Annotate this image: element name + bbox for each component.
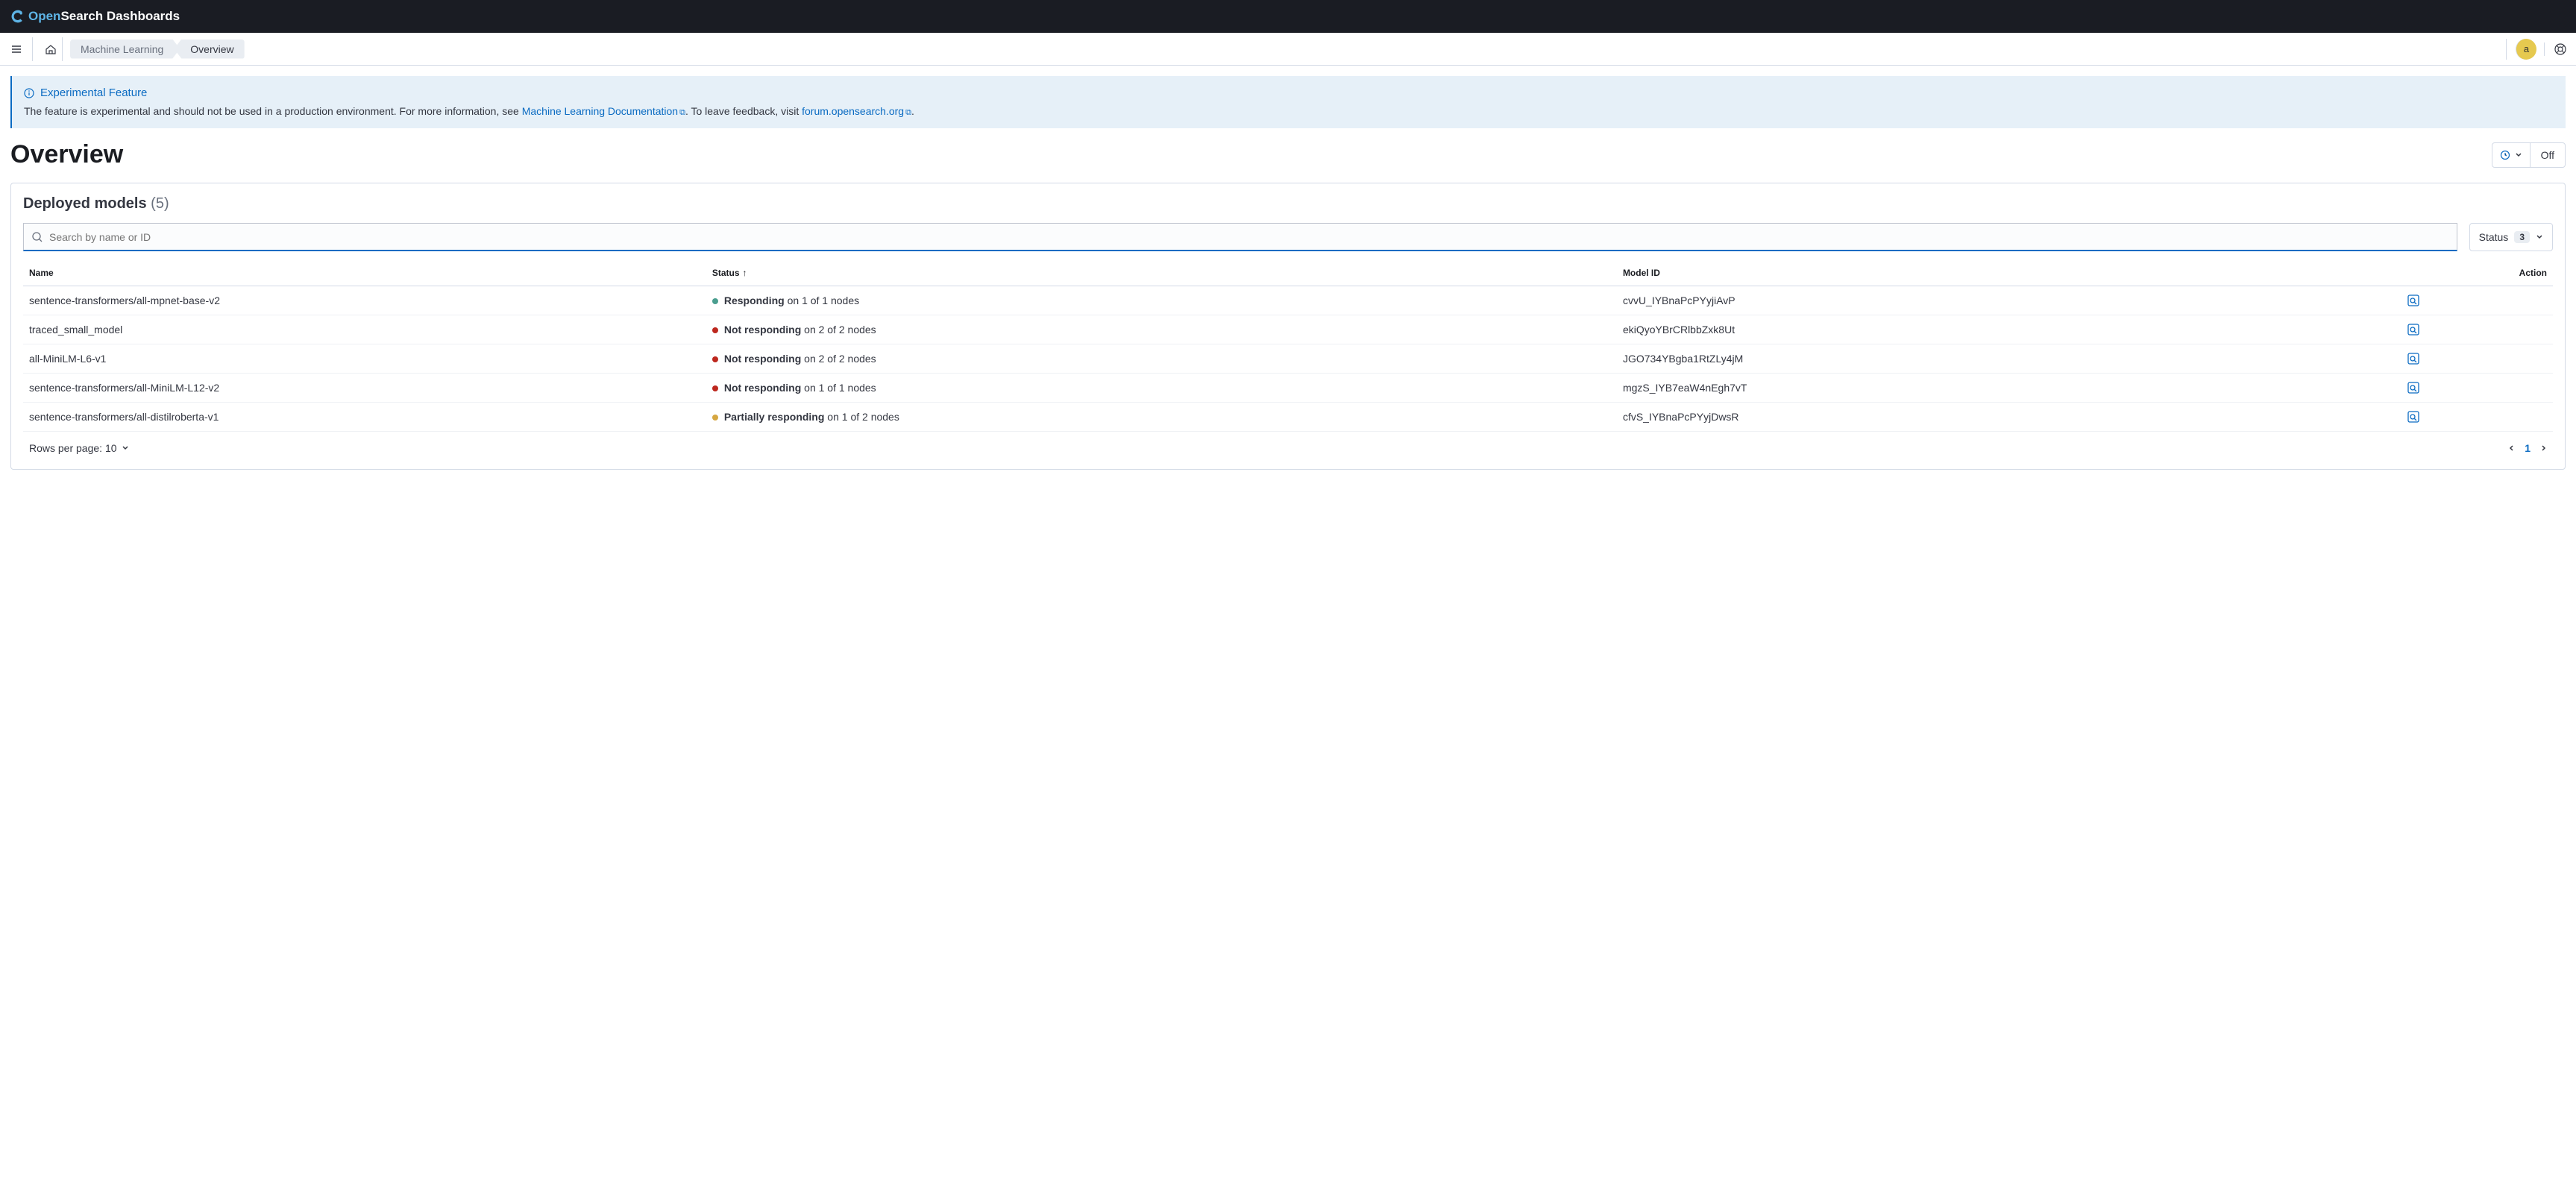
refresh-control: Off [2492, 142, 2566, 168]
panel-title: Deployed models (5) [23, 195, 2553, 212]
table-row: sentence-transformers/all-mpnet-base-v2 … [23, 286, 2553, 315]
brand-logo[interactable]: OpenSearch Dashboards [10, 9, 180, 24]
prev-page-button[interactable] [2508, 444, 2516, 452]
view-details-button[interactable] [2407, 381, 2547, 394]
callout-body: The feature is experimental and should n… [24, 105, 2554, 118]
status-filter-count: 3 [2514, 231, 2530, 243]
chevron-down-icon [2536, 233, 2543, 241]
search-icon [31, 231, 43, 243]
breadcrumb: Machine Learning Overview [70, 40, 245, 59]
cell-name: traced_small_model [23, 315, 706, 344]
forum-link[interactable]: forum.opensearch.org⧉ [802, 105, 911, 117]
callout-title-text: Experimental Feature [40, 86, 147, 99]
cell-status: Not responding on 1 of 1 nodes [706, 374, 1617, 403]
cell-model-id: mgzS_IYB7eaW4nEgh7vT [1617, 374, 2401, 403]
view-details-button[interactable] [2407, 294, 2547, 307]
info-icon [24, 88, 34, 98]
cell-action [2401, 374, 2553, 403]
brand-text: OpenSearch Dashboards [28, 9, 180, 24]
status-filter-button[interactable]: Status 3 [2469, 223, 2553, 251]
chevron-down-icon [122, 444, 129, 452]
status-dot-icon [712, 327, 718, 333]
cell-action [2401, 315, 2553, 344]
cell-action [2401, 403, 2553, 432]
table-row: traced_small_model Not responding on 2 o… [23, 315, 2553, 344]
rows-per-page-button[interactable]: Rows per page: 10 [29, 442, 129, 454]
view-details-button[interactable] [2407, 352, 2547, 365]
page-title: Overview [10, 140, 123, 169]
cell-name: sentence-transformers/all-MiniLM-L12-v2 [23, 374, 706, 403]
status-dot-icon [712, 415, 718, 421]
user-avatar[interactable]: a [2516, 39, 2536, 60]
ml-docs-link[interactable]: Machine Learning Documentation⧉ [522, 105, 685, 117]
app-header: OpenSearch Dashboards [0, 0, 2576, 33]
experimental-callout: Experimental Feature The feature is expe… [10, 76, 2566, 128]
sort-asc-icon: ↑ [743, 268, 747, 278]
deployed-models-panel: Deployed models (5) Status 3 Name [10, 183, 2566, 470]
cell-name: sentence-transformers/all-mpnet-base-v2 [23, 286, 706, 315]
cell-status: Not responding on 2 of 2 nodes [706, 315, 1617, 344]
status-dot-icon [712, 385, 718, 391]
cell-status: Partially responding on 1 of 2 nodes [706, 403, 1617, 432]
cell-status: Not responding on 2 of 2 nodes [706, 344, 1617, 374]
col-name[interactable]: Name [23, 260, 706, 286]
opensearch-logo-icon [10, 9, 25, 24]
lifebuoy-icon [2554, 42, 2567, 56]
pagination: 1 [2508, 442, 2547, 454]
table-row: sentence-transformers/all-distilroberta-… [23, 403, 2553, 432]
home-icon [45, 43, 57, 55]
clock-icon [2500, 150, 2510, 160]
cell-action [2401, 286, 2553, 315]
table-row: sentence-transformers/all-MiniLM-L12-v2 … [23, 374, 2553, 403]
search-input[interactable] [43, 231, 2449, 243]
next-page-button[interactable] [2539, 444, 2547, 452]
help-button[interactable] [2544, 42, 2567, 56]
cell-model-id: cvvU_IYBnaPcPYyjiAvP [1617, 286, 2401, 315]
page-number[interactable]: 1 [2525, 442, 2531, 454]
view-details-button[interactable] [2407, 323, 2547, 336]
table-row: all-MiniLM-L6-v1 Not responding on 2 of … [23, 344, 2553, 374]
external-link-icon: ⧉ [905, 108, 911, 117]
col-model-id[interactable]: Model ID [1617, 260, 2401, 286]
cell-model-id: ekiQyoYBrCRlbbZxk8Ut [1617, 315, 2401, 344]
hamburger-icon [10, 43, 22, 55]
refresh-state-label: Off [2531, 143, 2565, 167]
status-filter-label: Status [2479, 231, 2509, 243]
search-input-wrapper[interactable] [23, 223, 2457, 251]
external-link-icon: ⧉ [679, 108, 685, 117]
cell-name: sentence-transformers/all-distilroberta-… [23, 403, 706, 432]
col-action: Action [2401, 260, 2553, 286]
status-dot-icon [712, 356, 718, 362]
status-dot-icon [712, 298, 718, 304]
home-button[interactable] [39, 37, 63, 61]
cell-status: Responding on 1 of 1 nodes [706, 286, 1617, 315]
refresh-interval-button[interactable] [2492, 143, 2531, 167]
sub-header: Machine Learning Overview a [0, 33, 2576, 66]
view-details-button[interactable] [2407, 410, 2547, 423]
col-status[interactable]: Status↑ [706, 260, 1617, 286]
models-table: Name Status↑ Model ID Action sentence-tr… [23, 260, 2553, 432]
cell-model-id: JGO734YBgba1RtZLy4jM [1617, 344, 2401, 374]
cell-model-id: cfvS_IYBnaPcPYyjDwsR [1617, 403, 2401, 432]
chevron-down-icon [2515, 151, 2522, 159]
cell-name: all-MiniLM-L6-v1 [23, 344, 706, 374]
breadcrumb-overview: Overview [174, 40, 244, 59]
breadcrumb-machine-learning[interactable]: Machine Learning [70, 40, 180, 59]
nav-toggle-button[interactable] [9, 37, 33, 61]
cell-action [2401, 344, 2553, 374]
